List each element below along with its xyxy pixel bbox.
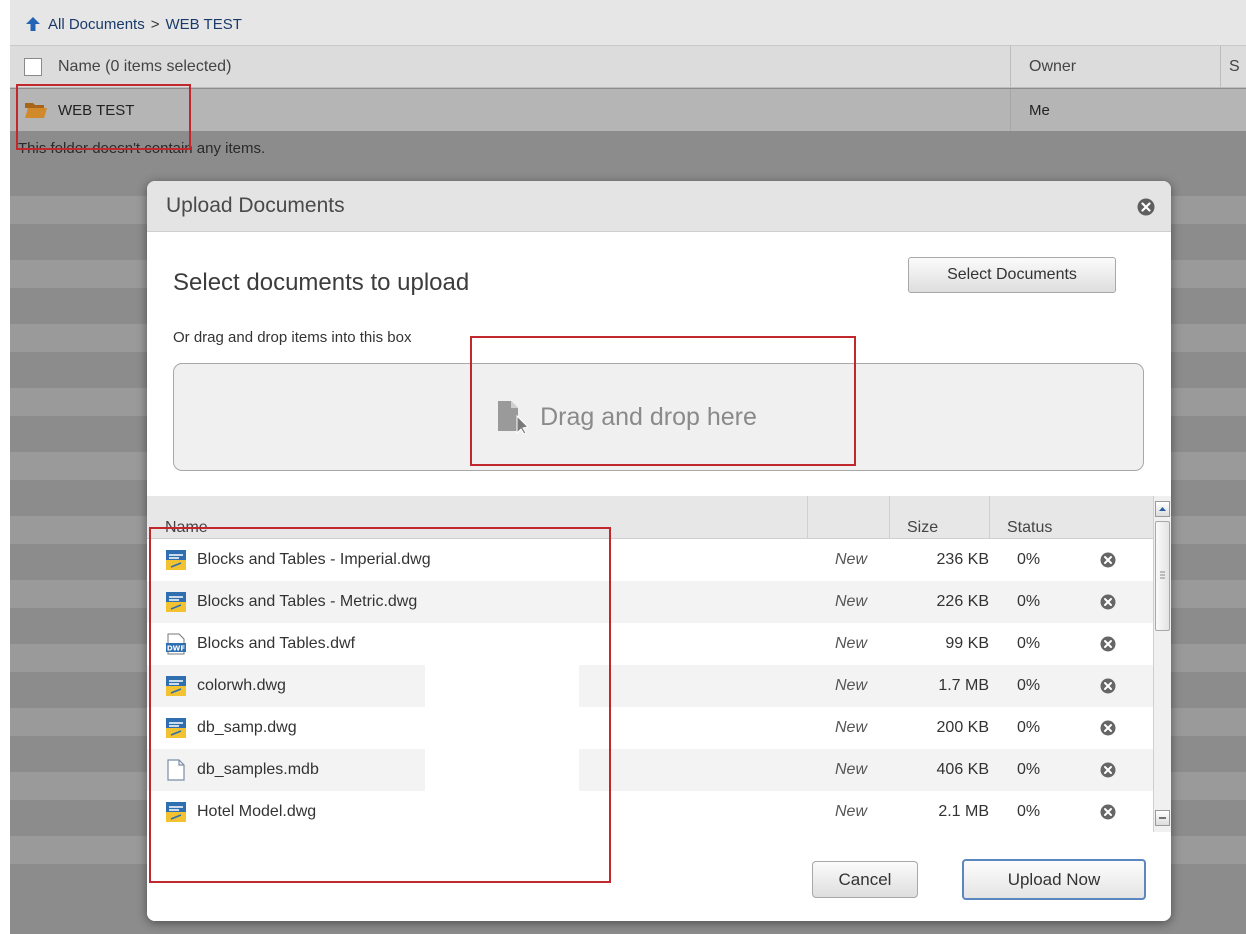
- column-header-file-name[interactable]: Name: [165, 496, 208, 539]
- dwg-file-icon: [165, 539, 189, 581]
- file-status: 0%: [1017, 719, 1041, 736]
- scroll-thumb[interactable]: [1155, 521, 1170, 631]
- file-name: db_samp.dwg: [197, 719, 297, 736]
- dialog-footer: Cancel Upload Now: [147, 832, 1171, 921]
- dwg-file-icon: [165, 665, 189, 707]
- file-name: Blocks and Tables - Imperial.dwg: [197, 551, 431, 568]
- file-status: 0%: [1017, 551, 1041, 568]
- file-state: New: [834, 677, 867, 694]
- remove-icon[interactable]: [1100, 623, 1116, 665]
- upload-now-button[interactable]: Upload Now: [962, 859, 1146, 900]
- remove-icon[interactable]: [1100, 665, 1116, 707]
- file-row[interactable]: Hotel Model.dwg New 2.1 MB 0%: [147, 791, 1153, 832]
- arrow-up-icon[interactable]: [26, 17, 40, 31]
- breadcrumb-root-link[interactable]: All Documents: [48, 16, 145, 33]
- file-drag-icon: [498, 401, 529, 434]
- column-header-size[interactable]: Size: [907, 496, 938, 539]
- file-row[interactable]: Blocks and Tables - Imperial.dwg New 236…: [147, 539, 1153, 581]
- file-size: 2.1 MB: [938, 803, 989, 820]
- file-list-scrollbar[interactable]: [1153, 496, 1171, 832]
- file-size: 406 KB: [936, 761, 989, 778]
- file-status: 0%: [1017, 761, 1041, 778]
- dialog-title: Upload Documents: [166, 194, 345, 217]
- drag-drop-hint: Or drag and drop items into this box: [173, 329, 412, 346]
- file-name: Blocks and Tables - Metric.dwg: [197, 593, 418, 610]
- file-row[interactable]: DWF Blocks and Tables.dwf New 99 KB 0%: [147, 623, 1153, 665]
- breadcrumb: All Documents > WEB TEST: [10, 0, 1246, 46]
- document-list-header: Name (0 items selected) Owner S: [10, 46, 1246, 88]
- grip-icon: [1160, 571, 1165, 579]
- file-status: 0%: [1017, 677, 1041, 694]
- close-icon[interactable]: [1137, 198, 1155, 216]
- dwg-file-icon: [165, 791, 189, 832]
- file-size: 1.7 MB: [938, 677, 989, 694]
- column-header-owner[interactable]: Owner: [1010, 46, 1220, 87]
- file-size: 99 KB: [945, 635, 989, 652]
- select-all-checkbox[interactable]: [24, 57, 42, 76]
- row-blank-area: [425, 665, 579, 707]
- folder-name[interactable]: WEB TEST: [58, 102, 1010, 119]
- generic-file-icon: [165, 749, 189, 791]
- remove-icon[interactable]: [1100, 539, 1116, 581]
- file-status: 0%: [1017, 803, 1041, 820]
- file-name: db_samples.mdb: [197, 761, 319, 778]
- column-header-extra[interactable]: S: [1220, 46, 1246, 87]
- svg-text:DWF: DWF: [167, 645, 186, 653]
- file-size: 200 KB: [936, 719, 989, 736]
- dwf-file-icon: DWF: [165, 623, 189, 665]
- upload-documents-dialog: Upload Documents Select documents to upl…: [147, 181, 1171, 921]
- file-row[interactable]: colorwh.dwg New 1.7 MB 0%: [147, 665, 1153, 707]
- row-blank-area: [425, 749, 579, 791]
- column-header-name[interactable]: Name (0 items selected): [58, 58, 1010, 76]
- file-name: colorwh.dwg: [197, 677, 286, 694]
- column-divider: [807, 496, 808, 539]
- remove-icon[interactable]: [1100, 707, 1116, 749]
- file-status: 0%: [1017, 635, 1041, 652]
- chevron-down-icon: [1159, 817, 1166, 819]
- file-state: New: [834, 803, 867, 820]
- breadcrumb-current: WEB TEST: [165, 16, 242, 33]
- folder-owner: Me: [1010, 89, 1246, 131]
- chevron-up-icon: [1159, 507, 1166, 511]
- file-state: New: [834, 593, 867, 610]
- select-documents-heading: Select documents to upload: [173, 269, 470, 296]
- remove-icon[interactable]: [1100, 749, 1116, 791]
- empty-folder-message: This folder doesn't contain any items.: [18, 140, 266, 157]
- folder-row[interactable]: WEB TEST Me: [10, 89, 1246, 131]
- file-state: New: [834, 761, 867, 778]
- file-state: New: [834, 719, 867, 736]
- file-row[interactable]: db_samples.mdb New 406 KB 0%: [147, 749, 1153, 791]
- cancel-button[interactable]: Cancel: [812, 861, 918, 898]
- select-documents-button[interactable]: Select Documents: [908, 257, 1116, 293]
- column-divider: [989, 496, 990, 539]
- file-state: New: [834, 551, 867, 568]
- upload-file-table: Name Size Status Blocks and Tables - Imp…: [147, 496, 1171, 832]
- file-rows: Blocks and Tables - Imperial.dwg New 236…: [147, 539, 1153, 832]
- breadcrumb-separator: >: [150, 16, 160, 33]
- dialog-title-bar: Upload Documents: [147, 181, 1171, 232]
- column-header-status[interactable]: Status: [1007, 496, 1052, 539]
- file-size: 226 KB: [936, 593, 989, 610]
- scroll-up-button[interactable]: [1155, 501, 1170, 517]
- remove-icon[interactable]: [1100, 581, 1116, 623]
- drop-zone-label: Drag and drop here: [496, 400, 757, 434]
- drop-zone[interactable]: Drag and drop here: [173, 363, 1144, 471]
- column-divider: [889, 496, 890, 539]
- scroll-down-button[interactable]: [1155, 810, 1170, 826]
- file-status: 0%: [1017, 593, 1041, 610]
- file-name: Hotel Model.dwg: [197, 803, 317, 820]
- file-row[interactable]: db_samp.dwg New 200 KB 0%: [147, 707, 1153, 749]
- drop-zone-text: Drag and drop here: [540, 402, 757, 431]
- dwg-file-icon: [165, 707, 189, 749]
- file-state: New: [834, 635, 867, 652]
- file-table-header: Name Size Status: [147, 496, 1153, 539]
- remove-icon[interactable]: [1100, 791, 1116, 832]
- file-row[interactable]: Blocks and Tables - Metric.dwg New 226 K…: [147, 581, 1153, 623]
- folder-open-icon: [25, 103, 47, 118]
- file-size: 236 KB: [936, 551, 989, 568]
- file-name: Blocks and Tables.dwf: [197, 635, 356, 652]
- dwg-file-icon: [165, 581, 189, 623]
